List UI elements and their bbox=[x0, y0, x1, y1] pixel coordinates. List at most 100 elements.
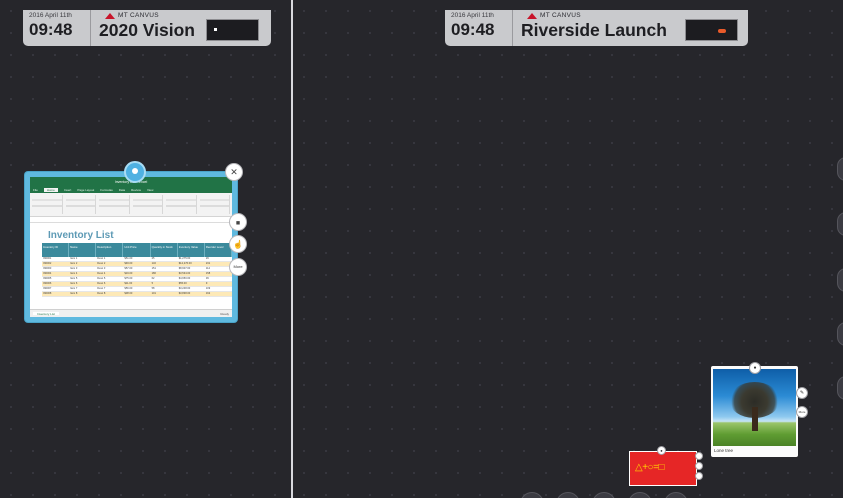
photo-rotate-handle-icon[interactable]: ● bbox=[749, 362, 761, 374]
table-cell[interactable]: 114 bbox=[205, 267, 232, 271]
table-cell[interactable]: 151 bbox=[151, 267, 178, 271]
table-cell[interactable]: IN0001 bbox=[42, 257, 69, 261]
table-cell[interactable]: IN0003 bbox=[42, 267, 69, 271]
tab-view[interactable]: View bbox=[147, 188, 153, 192]
table-cell[interactable]: $1,275.00 bbox=[178, 257, 205, 261]
note-control-3[interactable] bbox=[695, 472, 703, 480]
table-cell[interactable]: 158 bbox=[205, 272, 232, 276]
column-header[interactable]: Name bbox=[69, 243, 97, 257]
rotate-handle-icon[interactable] bbox=[124, 161, 146, 183]
table-cell[interactable]: 39 bbox=[205, 277, 232, 281]
table-cell[interactable]: $51.00 bbox=[123, 257, 150, 261]
table-cell[interactable]: $3,838.00 bbox=[178, 292, 205, 296]
table-cell[interactable]: 231 bbox=[205, 262, 232, 266]
table-cell[interactable]: IN0007 bbox=[42, 287, 69, 291]
side-menu-button-1[interactable] bbox=[837, 157, 843, 181]
table-cell[interactable]: 132 bbox=[151, 262, 178, 266]
table-cell[interactable]: Item 5 bbox=[69, 277, 96, 281]
ribbon-group-styles[interactable] bbox=[166, 195, 197, 214]
canvas-stage[interactable]: 2016 April 11th 09:48 MT CANVUS 2020 Vis… bbox=[0, 0, 843, 498]
tab-file[interactable]: File bbox=[33, 188, 38, 192]
table-cell[interactable]: IN0002 bbox=[42, 262, 69, 266]
table-cell[interactable]: 29 bbox=[205, 257, 232, 261]
photo-more-button[interactable]: More bbox=[796, 406, 808, 418]
sheet-tab[interactable]: Inventory List bbox=[33, 312, 59, 316]
column-header[interactable]: Reorder Level bbox=[205, 243, 232, 257]
table-cell[interactable]: 186 bbox=[151, 272, 178, 276]
table-cell[interactable]: Item 6 bbox=[69, 282, 96, 286]
tab-page-layout[interactable]: Page Layout bbox=[77, 188, 94, 192]
left-minimap[interactable] bbox=[206, 19, 259, 41]
column-header[interactable]: Description bbox=[96, 243, 124, 257]
table-cell[interactable]: $11.00 bbox=[123, 282, 150, 286]
table-cell[interactable]: 109 bbox=[205, 287, 232, 291]
table-cell[interactable]: $57.00 bbox=[123, 267, 150, 271]
side-menu-button-5[interactable] bbox=[837, 376, 843, 400]
ribbon-group-font[interactable] bbox=[65, 195, 96, 214]
table-cell[interactable]: Desc 1 bbox=[96, 257, 123, 261]
table-cell[interactable]: IN0005 bbox=[42, 277, 69, 281]
excel-sheet[interactable]: Inventory List Inventory ID Name Descrip… bbox=[30, 224, 232, 309]
table-cell[interactable]: $38.00 bbox=[123, 292, 150, 296]
tab-review[interactable]: Review bbox=[131, 188, 141, 192]
tab-data[interactable]: Data bbox=[119, 188, 125, 192]
table-cell[interactable]: IN0004 bbox=[42, 272, 69, 276]
table-cell[interactable]: Item 3 bbox=[69, 267, 96, 271]
sticky-note[interactable]: △+○=□ bbox=[629, 451, 697, 486]
column-header[interactable]: Inventory Value bbox=[178, 243, 205, 257]
table-row[interactable]: IN0008 Item 8 Desc 8 $38.00 101 $3,838.00 162 bbox=[42, 292, 232, 297]
right-minimap[interactable] bbox=[685, 19, 738, 41]
widget-camera-button[interactable]: ■ bbox=[229, 213, 247, 231]
note-rotate-handle-icon[interactable]: ● bbox=[657, 446, 666, 455]
photo-widget[interactable]: Lone tree bbox=[711, 366, 798, 457]
close-button[interactable]: ✕ bbox=[225, 163, 243, 181]
table-cell[interactable]: 5 bbox=[151, 282, 178, 286]
table-cell[interactable]: 9 bbox=[205, 282, 232, 286]
excel-window[interactable]: Inventory List - Excel File Home Insert … bbox=[30, 177, 232, 317]
table-cell[interactable]: Item 4 bbox=[69, 272, 96, 276]
table-cell[interactable]: 25 bbox=[151, 257, 178, 261]
table-cell[interactable]: $19.00 bbox=[123, 272, 150, 276]
note-control-1[interactable] bbox=[695, 452, 703, 460]
note-control-2[interactable] bbox=[695, 462, 703, 470]
side-menu-button-3[interactable] bbox=[837, 268, 843, 292]
table-cell[interactable]: Item 8 bbox=[69, 292, 96, 296]
excel-widget[interactable]: Inventory List - Excel File Home Insert … bbox=[25, 172, 237, 322]
ribbon-group-cells[interactable] bbox=[199, 195, 230, 214]
table-cell[interactable]: $56.00 bbox=[123, 287, 150, 291]
table-cell[interactable]: 101 bbox=[151, 292, 178, 296]
ribbon-group-alignment[interactable] bbox=[99, 195, 130, 214]
ribbon-group-number[interactable] bbox=[132, 195, 163, 214]
table-cell[interactable]: Item 2 bbox=[69, 262, 96, 266]
tab-insert[interactable]: Insert bbox=[64, 188, 72, 192]
table-cell[interactable]: 62 bbox=[151, 277, 178, 281]
table-cell[interactable]: IN0008 bbox=[42, 292, 69, 296]
table-cell[interactable]: Desc 4 bbox=[96, 272, 123, 276]
excel-formula-bar[interactable] bbox=[30, 217, 232, 223]
table-cell[interactable]: $93.00 bbox=[123, 262, 150, 266]
tab-home[interactable]: Home bbox=[43, 187, 58, 192]
side-menu-button-2[interactable] bbox=[837, 212, 843, 236]
table-cell[interactable]: Desc 7 bbox=[96, 287, 123, 291]
table-cell[interactable]: Desc 5 bbox=[96, 277, 123, 281]
tab-formulas[interactable]: Formulas bbox=[100, 188, 113, 192]
column-header[interactable]: Unit Price bbox=[123, 243, 151, 257]
side-menu-button-4[interactable] bbox=[837, 322, 843, 346]
table-cell[interactable]: 162 bbox=[205, 292, 232, 296]
table-cell[interactable]: $8,607.00 bbox=[178, 267, 205, 271]
ribbon-group-clipboard[interactable] bbox=[32, 195, 63, 214]
widget-touch-button[interactable]: ☝ bbox=[229, 235, 247, 253]
table-cell[interactable]: Desc 6 bbox=[96, 282, 123, 286]
column-header[interactable]: Inventory ID bbox=[42, 243, 70, 257]
table-cell[interactable]: IN0006 bbox=[42, 282, 69, 286]
table-cell[interactable]: Desc 3 bbox=[96, 267, 123, 271]
table-cell[interactable]: Item 7 bbox=[69, 287, 96, 291]
table-cell[interactable]: 58 bbox=[151, 287, 178, 291]
table-cell[interactable]: $75.00 bbox=[123, 277, 150, 281]
table-cell[interactable]: Desc 8 bbox=[96, 292, 123, 296]
table-cell[interactable]: $3,534.00 bbox=[178, 272, 205, 276]
table-cell[interactable]: Desc 2 bbox=[96, 262, 123, 266]
table-cell[interactable]: Item 1 bbox=[69, 257, 96, 261]
table-cell[interactable]: $55.00 bbox=[178, 282, 205, 286]
table-cell[interactable]: $12,276.00 bbox=[178, 262, 205, 266]
